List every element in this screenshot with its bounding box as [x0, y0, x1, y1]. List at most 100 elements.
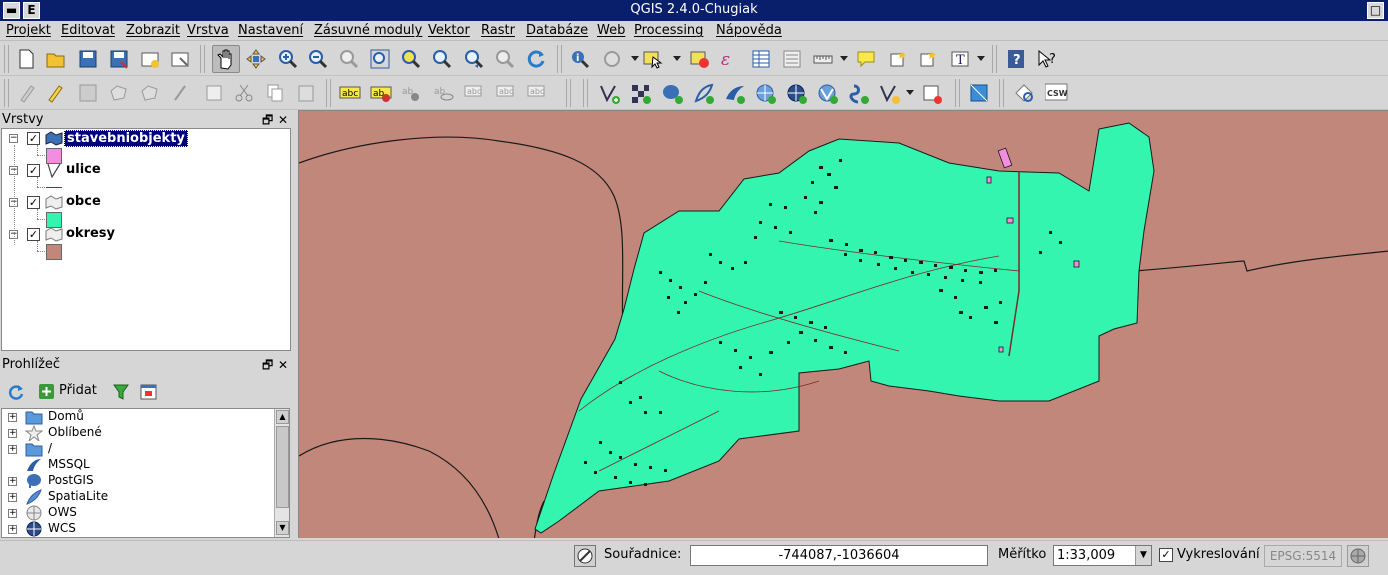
zoom-last-icon[interactable]	[462, 47, 486, 71]
rotate-label-icon[interactable]: abc	[494, 81, 518, 105]
pan-to-selection-icon[interactable]	[244, 47, 268, 71]
field-calculator-icon[interactable]: ε	[718, 47, 742, 71]
new-shapefile-icon[interactable]	[877, 81, 901, 105]
identify-icon[interactable]: i	[568, 47, 592, 71]
layer-visibility-checkbox[interactable]: ✓	[27, 228, 40, 241]
current-edits-icon[interactable]	[16, 81, 40, 105]
new-project-icon[interactable]	[14, 47, 38, 71]
add-icon[interactable]	[39, 384, 54, 399]
browser-item-root[interactable]: + /	[2, 441, 272, 457]
layer-labeling-icon[interactable]: abc	[337, 81, 361, 105]
deselect-features-icon[interactable]	[688, 47, 712, 71]
composer-manager-icon[interactable]	[168, 47, 192, 71]
node-tool-icon[interactable]	[170, 81, 194, 105]
browser-item-wcs[interactable]: + WCS	[2, 521, 272, 537]
browser-item-spatialite[interactable]: + SpatiaLite	[2, 489, 272, 505]
zoom-actual-size-icon[interactable]	[337, 47, 361, 71]
expand-icon[interactable]: +	[8, 413, 17, 422]
browser-item-favourites[interactable]: + Oblíbené	[2, 425, 272, 441]
menu-projekt[interactable]: Projekt	[6, 23, 51, 38]
layer-row-okresy[interactable]: − ✓ okresy	[2, 226, 290, 243]
expand-icon[interactable]: +	[8, 477, 17, 486]
menu-nastaveni[interactable]: Nastavení	[238, 23, 303, 38]
expand-icon[interactable]: +	[8, 509, 17, 518]
menu-zobrazit[interactable]: Zobrazit	[126, 23, 180, 38]
move-label-icon[interactable]: abc	[462, 81, 486, 105]
browser-item-ows[interactable]: + OWS	[2, 505, 272, 521]
browser-item-postgis[interactable]: + PostGIS	[2, 473, 272, 489]
whats-this-icon[interactable]: ?	[1035, 47, 1059, 71]
float-panel-icon[interactable]: 🗗	[262, 358, 273, 372]
menu-vektor[interactable]: Vektor	[428, 23, 470, 38]
new-print-composer-icon[interactable]	[138, 47, 162, 71]
layer-row-ulice[interactable]: − ✓ ulice	[2, 162, 290, 179]
browser-scrollbar[interactable]: ▲ ▼	[274, 409, 289, 537]
save-edits-icon[interactable]	[76, 81, 100, 105]
menu-databaze[interactable]: Databáze	[526, 23, 588, 38]
render-checkbox[interactable]: ✓	[1159, 548, 1173, 562]
layer-row-obce[interactable]: − ✓ obce	[2, 194, 290, 211]
scale-combo[interactable]: 1:33,009 ▼	[1053, 545, 1152, 566]
menu-napoveda[interactable]: Nápověda	[716, 23, 782, 38]
select-features-icon[interactable]	[641, 47, 665, 71]
label-tool-icon[interactable]: ab	[368, 81, 392, 105]
scroll-thumb[interactable]	[276, 426, 289, 508]
expand-icon[interactable]: +	[8, 429, 17, 438]
add-wfs-layer-icon[interactable]	[815, 81, 839, 105]
add-vector-layer-icon[interactable]	[597, 81, 621, 105]
menu-rastr[interactable]: Rastr	[481, 23, 515, 38]
zoom-full-icon[interactable]	[368, 47, 392, 71]
move-feature-icon[interactable]	[138, 81, 162, 105]
delete-selected-icon[interactable]	[202, 81, 226, 105]
browser-item-home[interactable]: + Domů	[2, 409, 272, 425]
open-project-icon[interactable]	[44, 47, 68, 71]
add-feature-icon[interactable]	[107, 81, 131, 105]
add-delimited-text-icon[interactable]	[846, 81, 870, 105]
measure-icon[interactable]	[811, 47, 835, 71]
menu-zasuvne-moduly[interactable]: Zásuvné moduly	[314, 23, 422, 38]
zoom-in-icon[interactable]	[276, 47, 300, 71]
close-panel-icon[interactable]: ✕	[278, 358, 288, 372]
zoom-to-selection-icon[interactable]	[399, 47, 423, 71]
add-wms-layer-icon[interactable]	[753, 81, 777, 105]
menu-web[interactable]: Web	[597, 23, 625, 38]
add-raster-layer-icon[interactable]	[628, 81, 652, 105]
close-panel-icon[interactable]: ✕	[278, 113, 288, 127]
save-project-icon[interactable]	[76, 47, 100, 71]
coordinate-field[interactable]: -744087,-1036604	[690, 545, 988, 566]
attribute-table-icon[interactable]	[749, 47, 773, 71]
add-spatialite-layer-icon[interactable]	[691, 81, 715, 105]
crs-status[interactable]: EPSG:5514	[1264, 545, 1342, 567]
menu-vrstva[interactable]: Vrstva	[187, 23, 229, 38]
add-mssql-layer-icon[interactable]	[722, 81, 746, 105]
expand-icon[interactable]: +	[8, 525, 17, 534]
expand-icon[interactable]: +	[8, 445, 17, 454]
float-panel-icon[interactable]: 🗗	[262, 113, 273, 127]
browser-item-mssql[interactable]: MSSQL	[2, 457, 272, 473]
layer-visibility-checkbox[interactable]: ✓	[27, 132, 40, 145]
pin-labels-icon[interactable]: ab	[399, 81, 423, 105]
run-action-icon[interactable]	[600, 47, 624, 71]
zoom-next-icon[interactable]	[493, 47, 517, 71]
crs-globe-icon[interactable]	[1347, 545, 1369, 567]
toggle-editing-icon[interactable]	[44, 81, 68, 105]
refresh-icon[interactable]	[524, 47, 548, 71]
scroll-down-icon[interactable]: ▼	[276, 521, 289, 535]
maximize-button[interactable]: □	[1367, 2, 1384, 19]
zoom-to-layer-icon[interactable]	[430, 47, 454, 71]
layer-visibility-checkbox[interactable]: ✓	[27, 164, 40, 177]
pan-map-icon[interactable]	[212, 45, 240, 73]
help-icon[interactable]: ?	[1004, 47, 1028, 71]
layer-row-stavebniobjekty[interactable]: − ✓ stavebniobjekty	[2, 130, 290, 147]
chevron-down-icon[interactable]: ▼	[1135, 546, 1151, 565]
csw-icon[interactable]: CSW	[1043, 81, 1068, 105]
save-as-icon[interactable]	[107, 47, 131, 71]
messages-icon[interactable]	[574, 545, 596, 567]
copy-features-icon[interactable]	[263, 81, 287, 105]
show-bookmarks-icon[interactable]	[916, 47, 940, 71]
zoom-out-icon[interactable]	[306, 47, 330, 71]
new-bookmark-icon[interactable]	[886, 47, 910, 71]
add-postgis-layer-icon[interactable]	[660, 81, 684, 105]
georeferencer-icon[interactable]	[967, 81, 991, 105]
metasearch-icon[interactable]	[1012, 81, 1036, 105]
